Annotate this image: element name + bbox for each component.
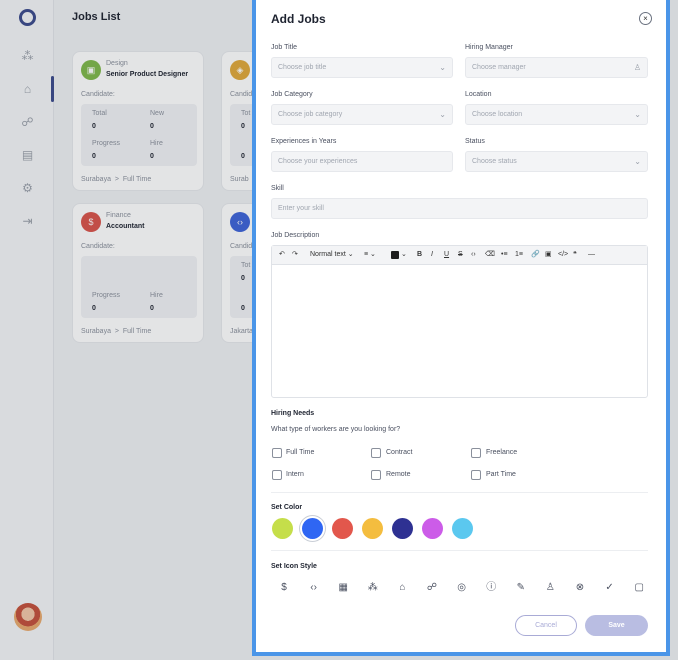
status-label: Status xyxy=(465,138,485,145)
color-swatch[interactable] xyxy=(272,518,293,539)
location-select[interactable]: Choose location ⌄ xyxy=(465,104,648,125)
set-color-title: Set Color xyxy=(271,504,303,511)
cancel-button[interactable]: Cancel xyxy=(515,615,577,636)
chart-icon[interactable]: ▦ xyxy=(337,582,349,594)
image-icon[interactable]: ▣ xyxy=(545,249,552,261)
users-icon[interactable]: ☍ xyxy=(426,582,438,594)
job-description-editor[interactable]: ↶ ↷ Normal text ⌄ ≡ ⌄ ⌄ B I U S ‹› ⌫ •≡ … xyxy=(271,245,648,398)
experience-select[interactable]: Choose your experiences xyxy=(271,151,453,172)
set-icon-style-title: Set Icon Style xyxy=(271,563,317,570)
checkbox-label: Freelance xyxy=(486,449,518,456)
location-label: Location xyxy=(465,91,492,98)
color-swatch[interactable] xyxy=(392,518,413,539)
hiring-manager-select[interactable]: Choose manager ♙ xyxy=(465,57,648,78)
full-time-checkbox[interactable] xyxy=(272,448,282,458)
contract-checkbox[interactable] xyxy=(371,448,381,458)
placeholder: Enter your skill xyxy=(278,205,324,212)
dollar-icon[interactable]: $ xyxy=(278,582,290,594)
job-category-label: Job Category xyxy=(271,91,313,98)
code-block-icon[interactable]: </> xyxy=(558,249,568,261)
check-circle-icon[interactable]: ✓ xyxy=(604,582,616,594)
skill-label: Skill xyxy=(271,185,284,192)
color-swatch[interactable] xyxy=(362,518,383,539)
placeholder: Choose job title xyxy=(278,64,327,71)
note-icon[interactable]: ▢ xyxy=(633,582,645,594)
hiring-needs-title: Hiring Needs xyxy=(271,410,315,417)
placeholder: Choose manager xyxy=(472,64,526,71)
intern-checkbox[interactable] xyxy=(272,470,282,480)
undo-icon[interactable]: ↶ xyxy=(279,249,285,261)
underline-icon[interactable]: U xyxy=(444,249,449,261)
color-swatch[interactable] xyxy=(302,518,323,539)
link-icon[interactable]: 🔗 xyxy=(531,249,540,261)
strikethrough-icon[interactable]: S xyxy=(458,249,463,261)
job-description-label: Job Description xyxy=(271,232,320,239)
bullet-list-icon[interactable]: •≡ xyxy=(501,249,508,261)
color-swatch[interactable] xyxy=(422,518,443,539)
lifebuoy-icon[interactable]: ◎ xyxy=(456,582,468,594)
placeholder: Choose job category xyxy=(278,111,343,118)
modal-title: Add Jobs xyxy=(271,12,326,26)
job-category-select[interactable]: Choose job category ⌄ xyxy=(271,104,453,125)
experience-label: Experiences in Years xyxy=(271,138,337,145)
color-swatch[interactable] xyxy=(452,518,473,539)
part-time-checkbox[interactable] xyxy=(471,470,481,480)
job-title-label: Job Title xyxy=(271,44,298,51)
placeholder: Choose location xyxy=(472,111,523,118)
hiring-manager-label: Hiring Manager xyxy=(465,44,513,51)
divider xyxy=(271,550,648,551)
checkbox-label: Contract xyxy=(386,449,413,456)
text-color-swatch[interactable] xyxy=(391,251,399,259)
chevron-down-icon: ⌄ xyxy=(634,110,641,119)
checkbox-label: Remote xyxy=(386,471,411,478)
person-icon[interactable]: ♙ xyxy=(544,582,556,594)
chevron-down-icon: ⌄ xyxy=(634,157,641,166)
divider xyxy=(271,492,648,493)
chevron-down-icon: ⌄ xyxy=(439,110,446,119)
horizontal-rule-icon[interactable]: — xyxy=(588,249,595,261)
add-jobs-modal: Add Jobs × Job Title Choose job title ⌄ … xyxy=(252,0,670,656)
pen-icon[interactable]: ✎ xyxy=(515,582,527,594)
checkbox-label: Full Time xyxy=(286,449,315,456)
redo-icon[interactable]: ↷ xyxy=(292,249,298,261)
close-icon[interactable]: × xyxy=(639,12,652,25)
freelance-checkbox[interactable] xyxy=(471,448,481,458)
placeholder: Choose status xyxy=(472,158,517,165)
remote-checkbox[interactable] xyxy=(371,470,381,480)
job-title-select[interactable]: Choose job title ⌄ xyxy=(271,57,453,78)
chevron-down-icon: ⌄ xyxy=(439,63,446,72)
color-swatch[interactable] xyxy=(332,518,353,539)
quote-icon[interactable]: ❝ xyxy=(573,249,577,261)
text-style-dropdown[interactable]: Normal text ⌄ xyxy=(310,249,354,261)
numbered-list-icon[interactable]: 1≡ xyxy=(515,249,523,261)
save-button[interactable]: Save xyxy=(585,615,648,636)
line-height-dropdown[interactable]: ≡ ⌄ xyxy=(364,249,376,261)
skill-input[interactable]: Enter your skill xyxy=(271,198,648,219)
cancel-circle-icon[interactable]: ⊗ xyxy=(574,582,586,594)
placeholder: Choose your experiences xyxy=(278,158,358,165)
inline-code-icon[interactable]: ‹› xyxy=(471,249,476,261)
clear-format-icon[interactable]: ⌫ xyxy=(485,249,495,261)
status-select[interactable]: Choose status ⌄ xyxy=(465,151,648,172)
bold-icon[interactable]: B xyxy=(417,249,422,261)
chevron-down-icon[interactable]: ⌄ xyxy=(401,249,407,261)
team-icon[interactable]: ⁂ xyxy=(367,582,379,594)
code-icon[interactable]: ‹› xyxy=(308,582,320,594)
checkbox-label: Part Time xyxy=(486,471,516,478)
briefcase-icon[interactable]: ⌂ xyxy=(396,582,408,594)
editor-toolbar: ↶ ↷ Normal text ⌄ ≡ ⌄ ⌄ B I U S ‹› ⌫ •≡ … xyxy=(272,246,647,265)
hiring-needs-subtitle: What type of workers are you looking for… xyxy=(271,426,401,433)
info-icon[interactable]: ⓘ xyxy=(485,582,497,594)
user-icon: ♙ xyxy=(633,63,641,72)
italic-icon[interactable]: I xyxy=(431,249,433,261)
checkbox-label: Intern xyxy=(286,471,304,478)
